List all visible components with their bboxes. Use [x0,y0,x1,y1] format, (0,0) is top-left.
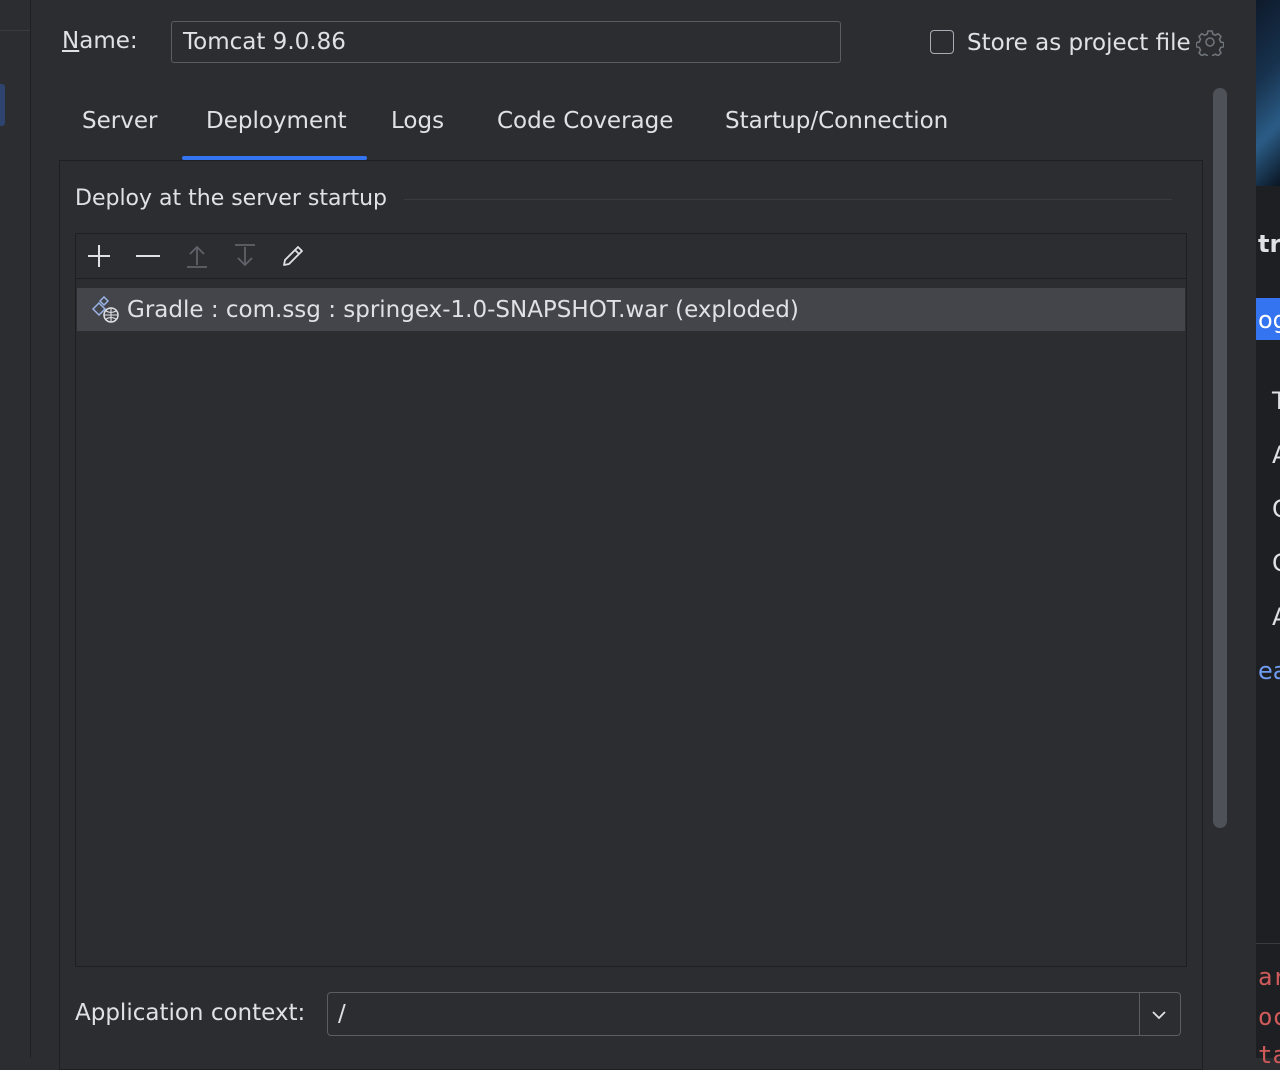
tab-startup-connection[interactable]: Startup/Connection [725,106,948,136]
name-label: Name: [62,26,138,56]
store-as-project-file-checkbox[interactable] [930,30,954,54]
add-icon[interactable] [83,240,115,272]
background-text: C [1272,548,1280,578]
divider [0,30,30,31]
section-divider [404,199,1172,200]
application-context-combobox[interactable] [327,992,1181,1036]
background-text: T [1272,387,1280,415]
edit-icon[interactable] [277,240,309,272]
config-list-strip [0,0,31,1058]
background-text: tr [1258,230,1280,258]
artifact-label: Gradle : com.ssg : springex-1.0-SNAPSHOT… [127,297,799,323]
web-artifact-icon [90,295,120,324]
move-up-icon[interactable] [181,240,213,272]
tab-server[interactable]: Server [82,106,157,136]
tab-logs[interactable]: Logs [391,106,444,136]
background-code: oc [1258,1003,1280,1031]
store-as-project-file-label[interactable]: Store as project file [967,28,1191,58]
selected-config-marker[interactable] [0,84,5,126]
background-code: ar [1258,963,1280,991]
artifact-list[interactable] [75,233,1187,967]
section-title: Deploy at the server startup [75,186,388,211]
background-text: og [1258,306,1280,334]
tab-code-coverage[interactable]: Code Coverage [497,106,673,136]
tab-deployment[interactable]: Deployment [206,106,347,136]
remove-icon[interactable] [132,240,164,272]
background-text: A [1272,440,1280,470]
background-text: C [1272,494,1280,524]
name-mnemonic: N [62,28,80,54]
application-context-value[interactable]: / [338,999,346,1029]
background-link: ear [1258,657,1280,685]
combobox-divider [1139,993,1140,1035]
background-divider [1256,943,1280,944]
chevron-down-icon[interactable] [1146,1003,1172,1027]
move-down-icon[interactable] [229,240,261,272]
name-input[interactable]: Tomcat 9.0.86 [171,21,841,63]
name-label-text: ame: [79,28,138,54]
gear-icon[interactable] [1195,28,1225,60]
vertical-scrollbar[interactable] [1213,88,1227,828]
background-text: A [1272,602,1280,632]
background-code: ta [1258,1041,1280,1069]
toolbar-divider [76,278,1186,279]
background-image [1256,0,1280,186]
application-context-label: Application context: [75,1000,306,1026]
